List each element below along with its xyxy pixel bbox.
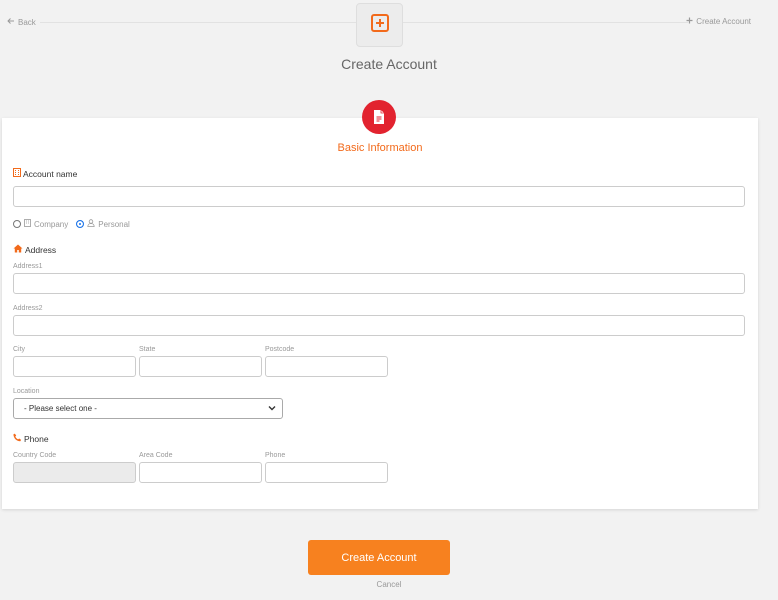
basic-information-card: Basic Information Account name Company P… bbox=[2, 118, 758, 509]
address2-input[interactable] bbox=[13, 315, 745, 336]
phone-icon bbox=[13, 433, 22, 444]
create-account-link-label: Create Account bbox=[696, 17, 751, 26]
page-title: Create Account bbox=[341, 56, 437, 72]
create-account-button[interactable]: Create Account bbox=[308, 540, 450, 575]
account-name-input[interactable] bbox=[13, 186, 745, 207]
address1-label: Address1 bbox=[13, 263, 43, 270]
postcode-label: Postcode bbox=[265, 346, 295, 353]
location-label: Location bbox=[13, 388, 40, 395]
address-heading-row: Address bbox=[13, 244, 56, 255]
account-type-radio-group: Company Personal bbox=[13, 219, 134, 229]
section-title: Basic Information bbox=[337, 142, 423, 154]
address-heading: Address bbox=[25, 244, 57, 255]
country-code-label: Country Code bbox=[13, 452, 57, 459]
postcode-input[interactable] bbox=[265, 356, 388, 377]
create-account-icon-box bbox=[356, 3, 403, 47]
add-box-icon bbox=[370, 13, 390, 38]
location-select[interactable]: - Please select one - bbox=[13, 398, 283, 419]
cancel-link[interactable]: Cancel bbox=[0, 580, 778, 589]
chevron-down-icon bbox=[268, 404, 276, 413]
arrow-left-icon bbox=[7, 17, 15, 27]
company-radio[interactable] bbox=[13, 220, 21, 228]
company-label: Company bbox=[34, 219, 69, 229]
phone-input[interactable] bbox=[265, 462, 388, 483]
building-icon bbox=[13, 168, 21, 179]
state-label: State bbox=[139, 346, 156, 353]
user-icon bbox=[87, 219, 95, 229]
plus-icon bbox=[686, 17, 693, 26]
top-bar: Back Create Account bbox=[0, 0, 778, 50]
company-radio-option[interactable]: Company bbox=[13, 219, 68, 229]
address2-label: Address2 bbox=[13, 305, 43, 312]
location-selected-value: - Please select one - bbox=[24, 404, 97, 413]
country-code-input bbox=[13, 462, 136, 483]
home-icon bbox=[13, 244, 23, 255]
back-link[interactable]: Back bbox=[7, 17, 36, 27]
personal-label: Personal bbox=[98, 219, 130, 229]
back-label: Back bbox=[18, 17, 36, 27]
address1-input[interactable] bbox=[13, 273, 745, 294]
building-outline-icon bbox=[24, 219, 31, 229]
phone-label: Phone bbox=[265, 452, 286, 459]
phone-heading: Phone bbox=[24, 433, 49, 444]
city-label: City bbox=[13, 346, 26, 353]
account-name-label: Account name bbox=[23, 168, 78, 179]
account-name-label-row: Account name bbox=[13, 168, 77, 179]
city-input[interactable] bbox=[13, 356, 136, 377]
area-code-input[interactable] bbox=[139, 462, 262, 483]
area-code-label: Area Code bbox=[139, 452, 173, 459]
personal-radio-option[interactable]: Personal bbox=[76, 219, 130, 229]
state-input[interactable] bbox=[139, 356, 262, 377]
personal-radio[interactable] bbox=[76, 220, 85, 228]
create-account-link[interactable]: Create Account bbox=[686, 17, 751, 26]
document-icon bbox=[362, 100, 396, 134]
phone-heading-row: Phone bbox=[13, 433, 49, 444]
